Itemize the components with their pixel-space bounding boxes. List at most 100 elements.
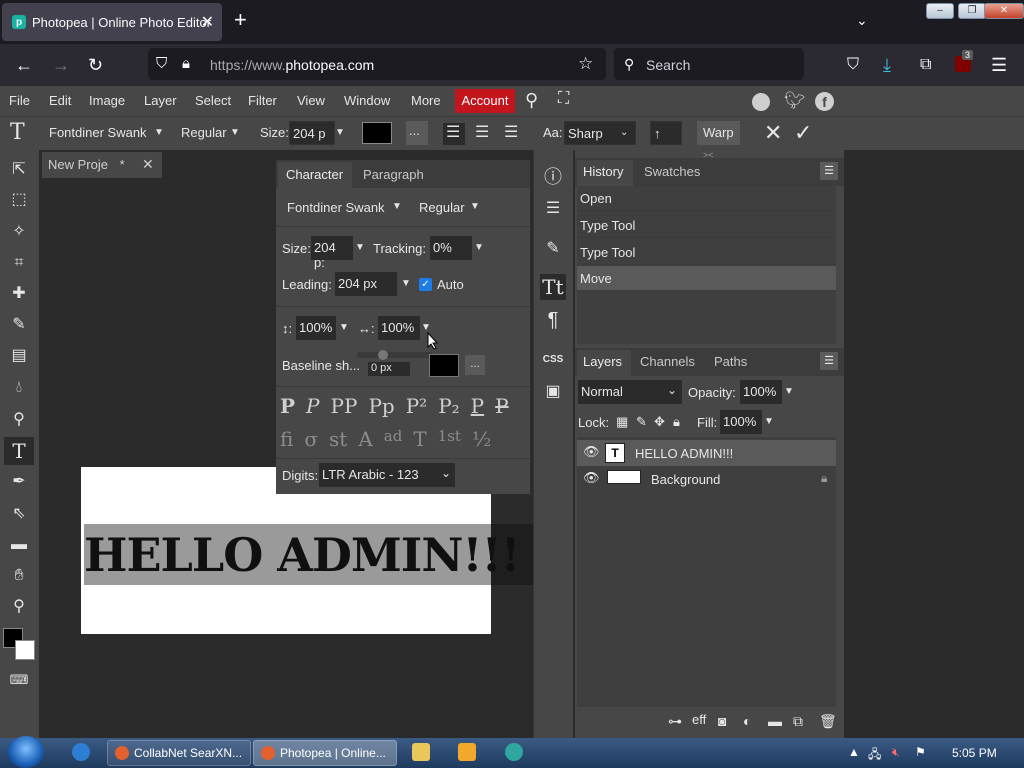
app-icon[interactable] xyxy=(505,743,523,761)
search-icon[interactable]: ⚲ xyxy=(525,90,538,111)
text-color-swatch[interactable] xyxy=(362,122,392,144)
superscript-button[interactable]: P² xyxy=(406,394,427,418)
account-button[interactable]: Account xyxy=(455,89,515,113)
stylistic-alternates-button[interactable]: A xyxy=(358,427,372,451)
eye-icon[interactable]: 👁︎ xyxy=(583,444,600,460)
layer-row-text[interactable]: 👁︎ T HELLO ADMIN!!! xyxy=(577,440,836,466)
shield-icon[interactable]: ⛉ xyxy=(156,54,167,74)
crop-tool-icon[interactable]: ⌗ xyxy=(4,249,34,277)
pocket-icon[interactable]: ⛉ xyxy=(847,55,859,75)
url-bar[interactable]: ⛉ 🔒︎ https://www.photopea.com ☆ xyxy=(148,48,606,80)
tab-history[interactable]: History xyxy=(583,164,623,179)
info-icon[interactable]: ⓘ xyxy=(540,164,566,190)
download-icon[interactable]: ⤓ xyxy=(883,55,891,75)
delete-layer-icon[interactable]: 🗑︎ xyxy=(819,713,837,730)
lock-all-icon[interactable]: 🔒︎ xyxy=(673,414,680,430)
opacity-input[interactable]: 100% xyxy=(740,380,782,404)
layer-row-background[interactable]: 👁︎ Background 🔒︎ xyxy=(577,466,836,492)
baseline-shift-input[interactable]: 0 px xyxy=(368,362,410,376)
paragraph-icon[interactable]: ¶ xyxy=(540,307,566,333)
background-color-swatch[interactable] xyxy=(15,640,35,660)
chevron-down-icon[interactable]: ▼ xyxy=(764,416,774,427)
volume-muted-icon[interactable]: 🔇︎ xyxy=(892,745,900,760)
faux-italic-button[interactable]: P xyxy=(306,394,319,418)
swash-button[interactable]: σ xyxy=(304,427,318,451)
contextual-alternates-button[interactable]: ad xyxy=(384,427,403,451)
history-item[interactable]: Open xyxy=(577,186,836,211)
document-close-icon[interactable]: ✕ xyxy=(142,156,154,173)
align-right-icon[interactable]: ☰ xyxy=(504,125,518,141)
char-font-family-select[interactable]: Fontdiner Swank xyxy=(287,200,385,215)
close-window-button[interactable]: ✕ xyxy=(984,3,1024,19)
blur-tool-icon[interactable]: 💧︎ xyxy=(4,374,34,402)
new-layer-icon[interactable]: ⧉ xyxy=(793,713,803,730)
expand-panel-icon[interactable]: >< xyxy=(703,150,714,160)
type-tool-icon[interactable]: T xyxy=(4,437,34,465)
align-center-icon[interactable]: ☰ xyxy=(475,125,489,141)
cancel-icon[interactable]: ✕ xyxy=(764,120,782,146)
chevron-down-icon[interactable]: ▼ xyxy=(355,242,365,253)
chevron-down-icon[interactable]: ▼ xyxy=(230,127,240,138)
path-select-tool-icon[interactable]: ⇖ xyxy=(4,500,34,528)
zoom-tool-icon[interactable]: ⚲ xyxy=(4,593,34,621)
twitter-icon[interactable]: 🐦︎ xyxy=(784,91,806,111)
healing-tool-icon[interactable]: ✚ xyxy=(4,280,34,308)
menu-more[interactable]: More xyxy=(411,93,441,108)
tab-character[interactable]: Character xyxy=(286,167,343,182)
chevron-down-icon[interactable]: ▼ xyxy=(154,127,164,138)
hand-tool-icon[interactable]: ✋︎ xyxy=(4,562,34,590)
reddit-icon[interactable] xyxy=(752,93,770,111)
fill-input[interactable]: 100% xyxy=(720,410,762,434)
menu-select[interactable]: Select xyxy=(195,93,231,108)
commit-icon[interactable]: ✓ xyxy=(794,120,812,146)
magic-wand-tool-icon[interactable]: ✧ xyxy=(4,218,34,246)
bookmark-star-icon[interactable]: ☆ xyxy=(578,54,593,74)
minimize-window-button[interactable]: – xyxy=(926,3,954,19)
chevron-down-icon[interactable]: ⌄ xyxy=(620,127,628,138)
new-tab-icon[interactable]: + xyxy=(234,9,247,31)
canvas-text-content[interactable]: HELLO ADMIN!!! xyxy=(84,520,514,590)
internet-explorer-icon[interactable] xyxy=(72,743,90,761)
lock-paint-icon[interactable]: ✎ xyxy=(636,414,647,430)
quick-mask-icon[interactable]: ⌨ xyxy=(4,666,34,694)
lock-icon[interactable]: 🔒︎ xyxy=(182,54,190,74)
tab-paragraph[interactable]: Paragraph xyxy=(363,167,424,182)
menu-image[interactable]: Image xyxy=(89,93,125,108)
lock-position-icon[interactable]: ✥ xyxy=(654,414,665,430)
warp-button[interactable]: Warp xyxy=(697,121,740,145)
taskbar-button-collabnet[interactable]: CollabNet SearXN... xyxy=(107,740,251,766)
reload-icon[interactable]: ↻ xyxy=(88,55,103,75)
menu-filter[interactable]: Filter xyxy=(248,93,277,108)
brush-icon[interactable]: ✎ xyxy=(540,236,566,262)
layer-effects-icon[interactable]: eff xyxy=(692,712,706,727)
more-options-button[interactable]: ... xyxy=(406,121,428,145)
chevron-down-icon[interactable]: ⌄ xyxy=(441,466,451,480)
faux-bold-button[interactable]: P xyxy=(280,394,295,418)
menu-file[interactable]: File xyxy=(9,93,30,108)
list-all-tabs-icon[interactable]: ⌄ xyxy=(856,12,868,29)
menu-window[interactable]: Window xyxy=(344,93,390,108)
tracking-input[interactable]: 0% xyxy=(430,236,472,260)
chevron-down-icon[interactable]: ▼ xyxy=(401,278,411,289)
tab-channels[interactable]: Channels xyxy=(640,354,695,369)
chevron-down-icon[interactable]: ▼ xyxy=(335,127,345,138)
adjustment-layer-icon[interactable]: ◐ xyxy=(743,713,751,729)
titling-alternates-button[interactable]: T xyxy=(413,427,426,451)
panel-menu-icon[interactable]: ☰ xyxy=(820,352,838,370)
tab-paths[interactable]: Paths xyxy=(714,354,747,369)
browser-tab[interactable]: p Photopea | Online Photo Editor ✕ xyxy=(2,3,222,41)
discretionary-ligatures-button[interactable]: st xyxy=(329,427,347,451)
back-icon[interactable]: ← xyxy=(15,55,33,75)
char-size-input[interactable]: 204 p: xyxy=(311,236,353,270)
strikethrough-button[interactable]: P xyxy=(495,394,508,418)
scale-slider-track[interactable] xyxy=(357,352,433,358)
char-font-style-select[interactable]: Regular xyxy=(419,200,465,215)
pen-tool-icon[interactable]: ✒ xyxy=(4,468,34,496)
layer-mask-icon[interactable]: ◙ xyxy=(718,713,726,729)
clock[interactable]: 5:05 PM xyxy=(952,746,997,760)
app-menu-icon[interactable]: ☰ xyxy=(991,55,1007,75)
dodge-tool-icon[interactable]: ⚲ xyxy=(4,406,34,434)
gradient-tool-icon[interactable]: ▤ xyxy=(4,342,34,370)
vertical-scale-input[interactable]: 100% xyxy=(296,316,336,340)
font-family-select[interactable]: Fontdiner Swank xyxy=(49,125,147,140)
